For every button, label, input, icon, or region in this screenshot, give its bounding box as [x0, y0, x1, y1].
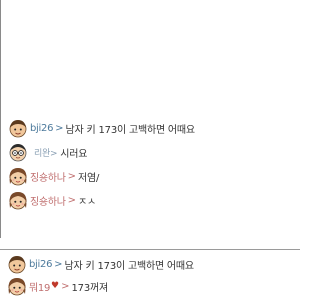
chat-nickname[interactable]: 뭐19 — [29, 279, 50, 294]
chat-message: 뭐19 ♥ > 173꺼져 — [6, 276, 108, 296]
chat-text: 남자 키 173이 고백하면 어때요 — [65, 124, 196, 136]
chat-text: 173꺼져 — [71, 282, 109, 294]
chat-message: 징숑하나 > ㅈㅅ — [7, 190, 96, 210]
chat-text: 저염/ — [78, 172, 100, 184]
chat-separator: > — [67, 170, 76, 182]
chat-nickname[interactable]: bji26 — [30, 123, 53, 134]
chat-separator: > — [67, 194, 76, 206]
chat-separator: > — [55, 122, 64, 134]
chat-message: 징숑하나 > 저염/ — [7, 166, 99, 186]
chat-separator: > — [54, 258, 63, 270]
chat-message: bji26 > 남자 키 173이 고백하면 어때요 — [6, 254, 194, 274]
chat-window-bottom: bji26 > 남자 키 173이 고백하면 어때요 뭐19 ♥ > 173꺼져 — [0, 249, 300, 300]
girl-avatar-icon — [7, 189, 29, 211]
chat-text: ㅈㅅ — [78, 196, 96, 208]
chat-nickname[interactable]: 리완> — [34, 146, 58, 159]
chat-nickname[interactable]: 징숑하나 — [30, 193, 66, 208]
chat-nickname[interactable]: 징숑하나 — [30, 169, 66, 184]
chat-text: 시러요 — [60, 148, 88, 160]
chat-message: bji26 > 남자 키 173이 고백하면 어때요 — [7, 118, 195, 138]
glasses-avatar-icon — [7, 141, 29, 163]
heart-icon: ♥ — [51, 281, 60, 291]
boy-avatar-icon — [7, 117, 29, 139]
girl-avatar-icon — [7, 165, 29, 187]
chat-separator: > — [61, 280, 70, 292]
chat-text: 남자 키 173이 고백하면 어때요 — [64, 260, 195, 272]
chat-nickname[interactable]: bji26 — [29, 259, 52, 270]
chat-window-top: bji26 > 남자 키 173이 고백하면 어때요 리완> 시러요 징숑하나 … — [0, 0, 300, 238]
chat-message: 리완> 시러요 — [7, 142, 87, 162]
boy-avatar-icon — [6, 253, 28, 275]
window-gap — [0, 238, 300, 249]
girl-avatar-icon — [6, 275, 28, 297]
